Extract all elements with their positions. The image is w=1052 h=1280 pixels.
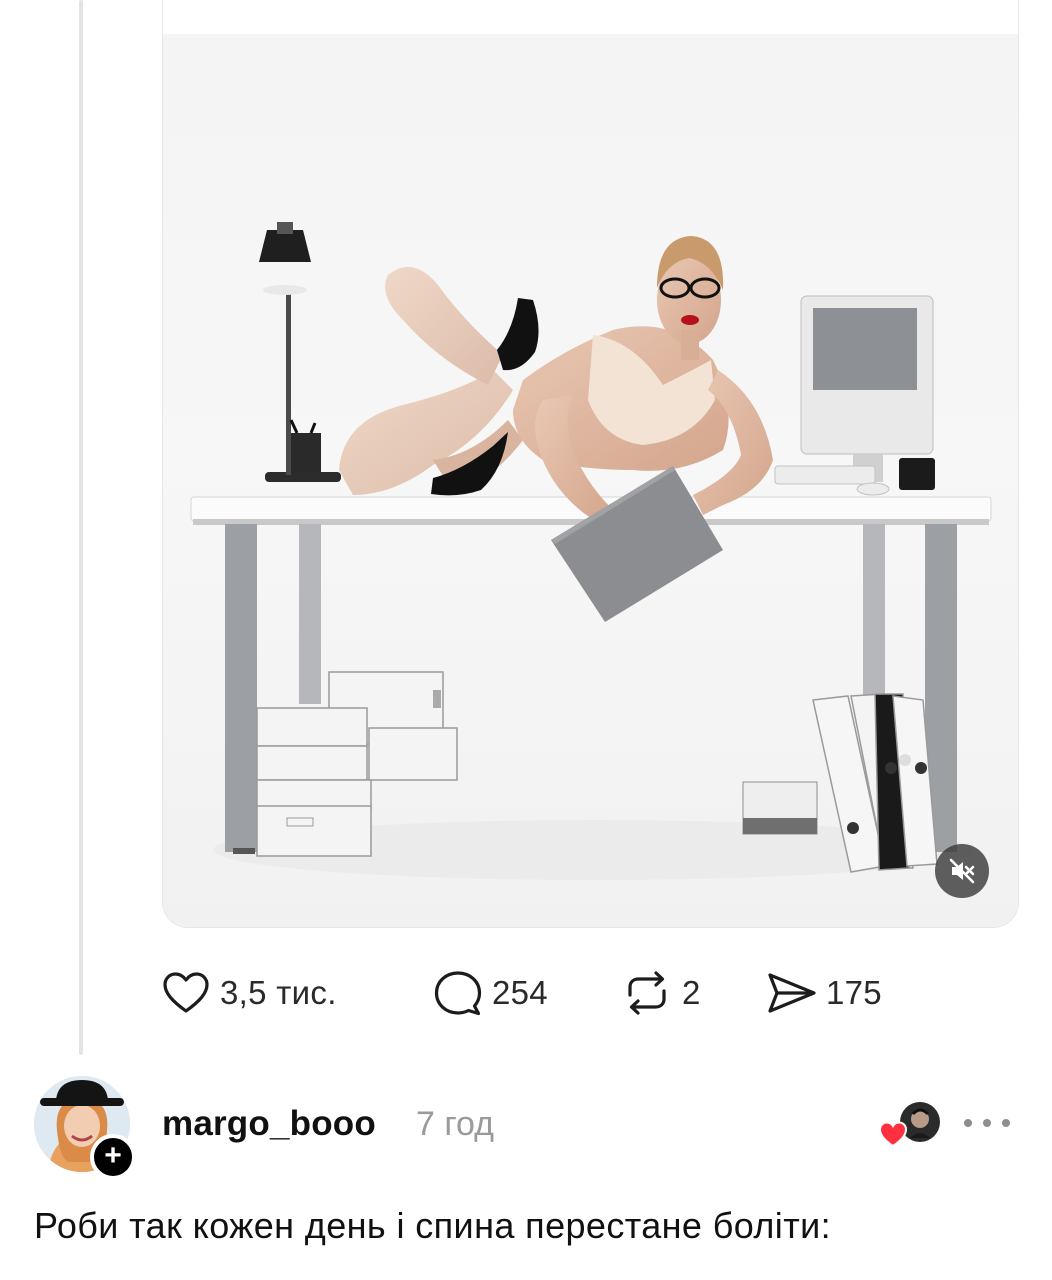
reply-text: Роби так кожен день і спина перестане бо… <box>34 1205 831 1246</box>
username[interactable]: margo_booo <box>162 1104 376 1144</box>
send-icon <box>768 973 816 1013</box>
like-count: 3,5 тис. <box>220 974 337 1011</box>
post-video[interactable] <box>162 0 1019 928</box>
like-button[interactable]: 3,5 тис. <box>162 966 337 1020</box>
share-count: 175 <box>826 974 882 1011</box>
thread-line <box>79 0 83 1055</box>
more-options-button[interactable] <box>964 1108 1010 1138</box>
share-button[interactable]: 175 <box>766 966 882 1020</box>
follow-button[interactable]: + <box>90 1134 136 1180</box>
speech-bubble-icon <box>434 971 482 1016</box>
speaker-muted-icon <box>949 858 975 884</box>
heart-icon <box>878 1121 908 1148</box>
mute-button[interactable] <box>935 844 989 898</box>
repost-icon <box>628 971 666 1015</box>
post-time: 7 год <box>416 1105 495 1143</box>
repost-count: 2 <box>682 974 701 1011</box>
plus-icon: + <box>104 1139 122 1172</box>
repost-button[interactable]: 2 <box>622 966 701 1020</box>
comment-count: 254 <box>492 974 548 1011</box>
post-actions: 3,5 тис. 254 2 175 <box>162 966 922 1020</box>
reply-post: + margo_booo 7 год Роби так кожен день і… <box>0 1060 1052 1280</box>
comment-button[interactable]: 254 <box>434 966 548 1020</box>
heart-icon <box>163 972 209 1013</box>
video-frame-image <box>163 0 1018 927</box>
ellipsis-icon <box>964 1119 972 1127</box>
liked-by-author-badge[interactable] <box>878 1102 944 1148</box>
